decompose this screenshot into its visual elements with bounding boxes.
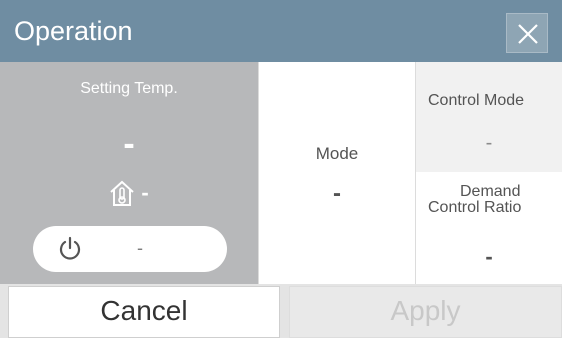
demand-control-ratio-label: Demand Control Ratio xyxy=(428,184,562,216)
power-status-value: - xyxy=(137,238,143,258)
close-button[interactable] xyxy=(506,13,548,53)
operation-dialog: Operation Setting Temp. - - - Mode - Con… xyxy=(0,0,562,338)
house-thermometer-icon xyxy=(110,180,135,206)
mode-label: Mode xyxy=(315,144,359,163)
setting-temp-label: Setting Temp. xyxy=(80,80,178,97)
dialog-title: Operation xyxy=(14,16,133,46)
power-toggle[interactable]: - xyxy=(33,226,227,272)
close-icon xyxy=(518,24,538,44)
setting-temp-value: - xyxy=(123,125,135,163)
control-mode-label: Control Mode xyxy=(428,92,525,109)
demand-label-line1: Demand xyxy=(460,183,521,200)
power-icon xyxy=(59,236,81,260)
demand-label-line2: Control Ratio xyxy=(428,199,522,216)
title-bar: Operation xyxy=(0,0,562,62)
control-mode-value: - xyxy=(485,132,493,154)
dialog-footer: Cancel Apply xyxy=(0,284,562,338)
cancel-button[interactable]: Cancel xyxy=(8,286,280,338)
demand-control-ratio-panel[interactable]: Demand Control Ratio - xyxy=(416,172,562,284)
control-mode-panel[interactable]: Control Mode - xyxy=(416,62,562,172)
apply-button[interactable]: Apply xyxy=(289,286,562,338)
indoor-temp-row: - xyxy=(0,176,258,210)
setting-temp-panel[interactable]: Setting Temp. - - - xyxy=(0,62,258,284)
indoor-temp-value: - xyxy=(141,180,149,205)
mode-panel[interactable]: Mode - xyxy=(259,62,415,284)
demand-control-ratio-value: - xyxy=(485,244,493,269)
mode-value: - xyxy=(333,180,341,207)
